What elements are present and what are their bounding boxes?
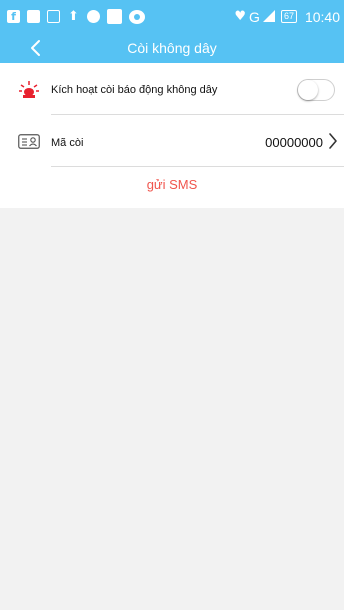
- divider: [51, 166, 344, 167]
- chevron-right-icon: [329, 133, 337, 149]
- image-icon: [47, 10, 60, 23]
- siren-code-row[interactable]: Mã còi 00000000: [0, 115, 344, 167]
- signal-icon: [262, 10, 275, 22]
- id-card-icon: [18, 134, 40, 149]
- sync-icon: [87, 10, 100, 23]
- enable-alarm-toggle[interactable]: [297, 79, 335, 101]
- square-icon: [107, 9, 122, 24]
- empty-area: [0, 208, 344, 610]
- upload-icon: ⬆: [68, 9, 79, 24]
- notification-icons: f ⬆: [0, 9, 145, 24]
- eye-icon: [129, 9, 145, 24]
- send-sms-button[interactable]: gửi SMS: [0, 177, 344, 192]
- enable-alarm-row: Kích hoạt còi báo động không dây: [0, 63, 344, 115]
- settings-panel: Kích hoạt còi báo động không dây Mã còi …: [0, 63, 344, 208]
- enable-alarm-label: Kích hoạt còi báo động không dây: [51, 84, 218, 96]
- siren-code-value: 00000000: [265, 135, 323, 150]
- siren-icon: [19, 81, 39, 98]
- network-type: G: [249, 8, 260, 25]
- clock: 10:40: [304, 8, 340, 25]
- siren-code-label: Mã còi: [51, 137, 84, 149]
- status-bar: f ⬆ ♥ G 67 10:40: [0, 0, 344, 33]
- facebook-icon: f: [7, 10, 20, 23]
- zalo-icon: [27, 10, 40, 23]
- battery-level: 67: [280, 10, 297, 23]
- header-bar: Còi không dây: [0, 33, 344, 63]
- data-saver-icon: ♥: [234, 9, 247, 24]
- page-title: Còi không dây: [127, 40, 217, 56]
- toggle-knob: [298, 80, 318, 100]
- system-status: ♥ G 67 10:40: [234, 0, 340, 33]
